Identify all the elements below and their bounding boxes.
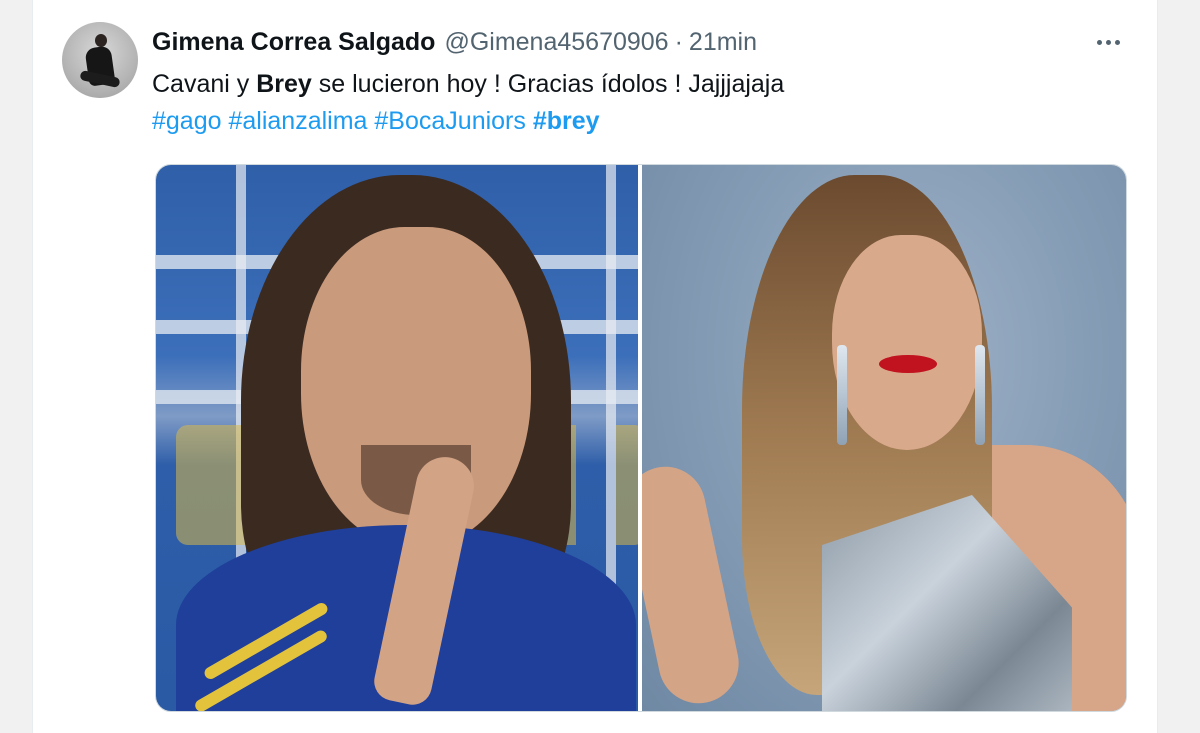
- avatar[interactable]: [62, 22, 138, 98]
- more-options-icon[interactable]: [1092, 28, 1124, 56]
- tweet-text-bold: Brey: [256, 70, 312, 98]
- dot-icon: [1096, 39, 1102, 45]
- author-name[interactable]: Gimena Correa Salgado: [152, 28, 435, 57]
- avatar-figure-head: [95, 34, 107, 47]
- photo-right[interactable]: [642, 165, 1126, 711]
- dot-icon: [1105, 39, 1111, 45]
- author-handle[interactable]: @Gimena45670906: [444, 28, 668, 57]
- earring-left: [837, 345, 847, 445]
- tweet-text-part1: Cavani y: [152, 70, 257, 98]
- tweet-text-part2: se lucieron hoy ! Gracias ídolos ! Jajjj…: [311, 70, 785, 98]
- hashtag-brey[interactable]: #brey: [533, 107, 600, 135]
- timestamp[interactable]: 21min: [689, 28, 757, 57]
- tweet-header: Gimena Correa Salgado @Gimena45670906 · …: [152, 26, 757, 58]
- dot-icon: [1114, 39, 1120, 45]
- woman-face: [832, 235, 982, 450]
- separator-dot: ·: [674, 27, 683, 56]
- media-grid: [155, 164, 1127, 712]
- woman-lips: [879, 355, 937, 373]
- tweet-text: Cavani y Brey se lucieron hoy ! Gracias …: [152, 68, 784, 100]
- woman-arm: [642, 459, 747, 711]
- earring-right: [975, 345, 985, 445]
- hashtag-gago[interactable]: #gago: [152, 107, 222, 135]
- photo-left[interactable]: [156, 165, 638, 711]
- hashtag-bocajuniors[interactable]: #BocaJuniors: [374, 107, 525, 135]
- hashtag-alianzalima[interactable]: #alianzalima: [228, 107, 367, 135]
- hashtags-line: #gago #alianzalima #BocaJuniors #brey: [152, 105, 600, 137]
